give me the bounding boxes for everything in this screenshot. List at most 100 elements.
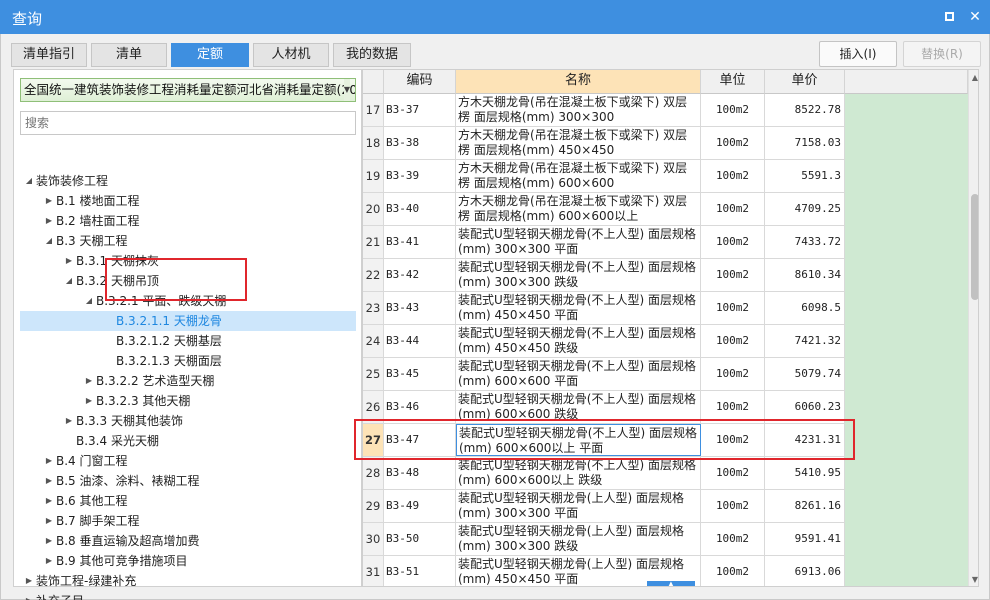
cell-name: 方木天棚龙骨(吊在混凝土板下或梁下) 双层楞 面层规格(mm) 450×450 <box>456 127 701 159</box>
cell-price: 6060.23 <box>765 391 845 423</box>
tree-item[interactable]: ▶ B.1 楼地面工程 <box>42 191 140 211</box>
cell-price: 7433.72 <box>765 226 845 258</box>
expand-icon[interactable]: ▶ <box>42 511 56 531</box>
scroll-thumb[interactable] <box>971 194 978 300</box>
table-row[interactable]: 27 B3-47 装配式U型轻钢天棚龙骨(不上人型) 面层规格(mm) 600×60… <box>363 424 845 457</box>
expand-icon[interactable]: ▶ <box>42 191 56 211</box>
table-row[interactable]: 30 B3-50 装配式U型轻钢天棚龙骨(上人型) 面层规格(mm) 300×300… <box>363 523 845 556</box>
tree-item[interactable]: ▶ B.5 油漆、涂料、裱糊工程 <box>42 471 200 491</box>
tree-item[interactable]: ▶ 装饰工程-绿建补充 <box>22 571 136 591</box>
tree-item[interactable]: ◢ B.3.2.1 平面、跌级天棚 <box>82 291 226 311</box>
tree-item[interactable]: ▶ B.9 其他可竞争措施项目 <box>42 551 188 571</box>
replace-button[interactable]: 替换(R) <box>903 41 981 67</box>
table-row[interactable]: 17 B3-37 方木天棚龙骨(吊在混凝土板下或梁下) 双层楞 面层规格(mm) 3… <box>363 94 845 127</box>
table-row[interactable]: 31 B3-51 装配式U型轻钢天棚龙骨(上人型) 面层规格(mm) 450×450… <box>363 556 845 586</box>
tab-list[interactable]: 清单 <box>91 43 167 67</box>
tree-item-label: B.3.2 天棚吊顶 <box>76 274 159 288</box>
tree-item[interactable]: B.3.2.1.3 天棚面层 <box>102 351 222 371</box>
search-input[interactable] <box>20 111 356 135</box>
table-row[interactable]: 23 B3-43 装配式U型轻钢天棚龙骨(不上人型) 面层规格(mm) 450×45… <box>363 292 845 325</box>
tab-quota[interactable]: 定额 <box>171 43 249 67</box>
tab-my-data[interactable]: 我的数据 <box>333 43 411 67</box>
expand-icon[interactable]: ▶ <box>82 371 96 391</box>
table-row[interactable]: 21 B3-41 装配式U型轻钢天棚龙骨(不上人型) 面层规格(mm) 300×30… <box>363 226 845 259</box>
header-name[interactable]: 名称 <box>456 70 701 94</box>
cell-price: 4709.25 <box>765 193 845 225</box>
tree-item[interactable]: ◢ 装饰装修工程 <box>22 171 108 191</box>
expand-icon[interactable]: ▶ <box>22 591 36 600</box>
tree-item[interactable]: ▶ B.6 其他工程 <box>42 491 128 511</box>
tree-item-label: B.8 垂直运输及超高增加费 <box>56 534 200 548</box>
tree-item[interactable]: ▶ B.2 墙柱面工程 <box>42 211 140 231</box>
table-row[interactable]: 25 B3-45 装配式U型轻钢天棚龙骨(不上人型) 面层规格(mm) 600×60… <box>363 358 845 391</box>
expand-icon[interactable]: ▶ <box>82 391 96 411</box>
table-row[interactable]: 28 B3-48 装配式U型轻钢天棚龙骨(不上人型) 面层规格(mm) 600×60… <box>363 457 845 490</box>
scroll-down-icon[interactable]: ▼ <box>970 575 978 584</box>
header-code[interactable]: 编码 <box>384 70 456 94</box>
expand-icon[interactable]: ▶ <box>22 571 36 591</box>
insert-button[interactable]: 插入(I) <box>819 41 897 67</box>
tree-item[interactable]: ▶ B.3.1 天棚抹灰 <box>62 251 159 271</box>
close-icon[interactable]: ✕ <box>964 6 986 28</box>
maximize-icon[interactable] <box>938 6 960 28</box>
cell-unit: 100m2 <box>701 490 765 522</box>
tree-item-label: 装饰装修工程 <box>36 174 109 188</box>
tree-item[interactable]: ▶ B.4 门窗工程 <box>42 451 128 471</box>
tab-labor-material[interactable]: 人材机 <box>253 43 329 67</box>
tab-list-guide[interactable]: 清单指引 <box>11 43 87 67</box>
expand-icon[interactable]: ▶ <box>42 531 56 551</box>
expand-handle-icon[interactable]: ▲ <box>647 581 695 586</box>
expand-icon[interactable]: ▶ <box>62 251 76 271</box>
expand-icon[interactable]: ▶ <box>42 491 56 511</box>
cell-code: B3-46 <box>384 391 456 423</box>
expand-icon[interactable]: ▶ <box>42 471 56 491</box>
cell-unit: 100m2 <box>701 391 765 423</box>
tree-item[interactable]: B.3.2.1.1 天棚龙骨 <box>20 311 356 331</box>
expand-icon[interactable]: ▶ <box>42 551 56 571</box>
scroll-up-icon[interactable]: ▲ <box>970 73 978 82</box>
table-row[interactable]: 20 B3-40 方木天棚龙骨(吊在混凝土板下或梁下) 双层楞 面层规格(mm) 6… <box>363 193 845 226</box>
table-row[interactable]: 29 B3-49 装配式U型轻钢天棚龙骨(上人型) 面层规格(mm) 300×300… <box>363 490 845 523</box>
library-select-value: 全国统一建筑装饰装修工程消耗量定额河北省消耗量定额(20 <box>24 82 356 97</box>
tree-item[interactable]: ▶ B.3.2.3 其他天棚 <box>82 391 190 411</box>
table-row[interactable]: 24 B3-44 装配式U型轻钢天棚龙骨(不上人型) 面层规格(mm) 450×45… <box>363 325 845 358</box>
cell-price: 6098.5 <box>765 292 845 324</box>
collapse-icon[interactable]: ◢ <box>22 171 36 191</box>
header-price[interactable]: 单价 <box>765 70 845 94</box>
expand-icon[interactable]: ▶ <box>42 451 56 471</box>
cell-unit: 100m2 <box>701 424 765 456</box>
expand-icon[interactable]: ▶ <box>62 411 76 431</box>
header-unit[interactable]: 单位 <box>701 70 765 94</box>
tree-item[interactable]: ▶ B.3.2.2 艺术造型天棚 <box>82 371 214 391</box>
tree-item[interactable]: ▶ B.8 垂直运输及超高增加费 <box>42 531 200 551</box>
cell-price: 5591.3 <box>765 160 845 192</box>
table-row[interactable]: 26 B3-46 装配式U型轻钢天棚龙骨(不上人型) 面层规格(mm) 600×60… <box>363 391 845 424</box>
vertical-scrollbar[interactable]: ▲ ▼ <box>968 70 978 586</box>
tree-item[interactable]: ▶ B.7 脚手架工程 <box>42 511 140 531</box>
chevron-down-icon[interactable]: ▼ <box>343 79 350 101</box>
row-number: 29 <box>363 490 384 522</box>
expand-icon[interactable]: ▶ <box>42 211 56 231</box>
tree-item[interactable]: ◢ B.3.2 天棚吊顶 <box>62 271 159 291</box>
row-number: 27 <box>363 424 384 456</box>
table-row[interactable]: 22 B3-42 装配式U型轻钢天棚龙骨(不上人型) 面层规格(mm) 300×30… <box>363 259 845 292</box>
table-row[interactable]: 19 B3-39 方木天棚龙骨(吊在混凝土板下或梁下) 双层楞 面层规格(mm) 6… <box>363 160 845 193</box>
tree-item[interactable]: B.3.2.1.2 天棚基层 <box>102 331 222 351</box>
tree-item[interactable]: ◢ B.3 天棚工程 <box>42 231 128 251</box>
cell-code: B3-48 <box>384 457 456 489</box>
tree-item[interactable]: B.3.4 采光天棚 <box>62 431 159 451</box>
row-number: 24 <box>363 325 384 357</box>
library-select[interactable]: 全国统一建筑装饰装修工程消耗量定额河北省消耗量定额(20 ▼ <box>20 78 356 102</box>
cell-price: 9591.41 <box>765 523 845 555</box>
collapse-icon[interactable]: ◢ <box>82 291 96 311</box>
tree-item[interactable]: ▶ B.3.3 天棚其他装饰 <box>62 411 183 431</box>
tree-item-label: B.3.2.2 艺术造型天棚 <box>96 374 215 388</box>
collapse-icon[interactable]: ◢ <box>62 271 76 291</box>
cell-code: B3-51 <box>384 556 456 586</box>
cell-price: 7158.03 <box>765 127 845 159</box>
table-row[interactable]: 18 B3-38 方木天棚龙骨(吊在混凝土板下或梁下) 双层楞 面层规格(mm) 4… <box>363 127 845 160</box>
tree-item[interactable]: ▶补充子目 <box>22 591 84 600</box>
collapse-icon[interactable]: ◢ <box>42 231 56 251</box>
cell-unit: 100m2 <box>701 292 765 324</box>
cell-unit: 100m2 <box>701 160 765 192</box>
